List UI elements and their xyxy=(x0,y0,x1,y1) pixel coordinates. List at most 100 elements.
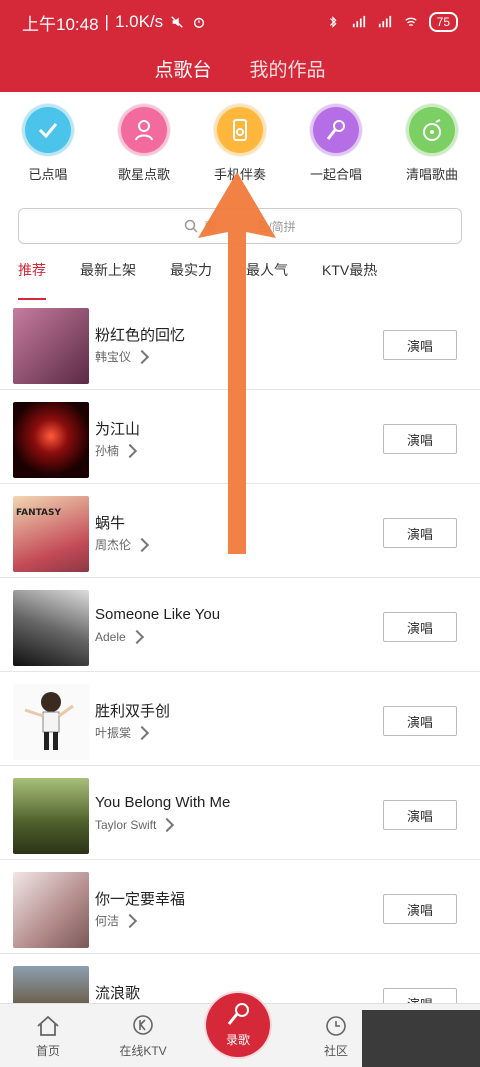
category-tab-power[interactable]: 最实力 xyxy=(170,260,212,290)
song-title: 为江山 xyxy=(95,421,141,438)
battery-level: 75 xyxy=(436,15,450,29)
category-tab-recommend[interactable]: 推荐 xyxy=(18,260,46,300)
song-row[interactable]: 胜利双手创 叶振棠 演唱 xyxy=(0,672,480,766)
song-title: 蜗牛 xyxy=(95,515,126,532)
category-tabs: 推荐 最新上架 最实力 最人气 KTV最热 xyxy=(18,260,462,300)
signal-icon-2 xyxy=(378,15,391,28)
tab-song-request[interactable]: 点歌台 xyxy=(154,55,211,82)
nav-record-button[interactable]: 录歌 xyxy=(206,993,270,1057)
search-placeholder-suffix: 名/简拼 xyxy=(256,219,296,234)
song-artist[interactable]: 孙楠 xyxy=(95,442,138,459)
song-artist-name: Taylor Swift xyxy=(95,818,157,832)
status-separator: | xyxy=(104,12,109,31)
song-title: Someone Like You xyxy=(95,606,221,623)
song-title: You Belong With Me xyxy=(95,794,231,811)
song-artist-name: 孙楠 xyxy=(95,444,120,458)
song-list: 粉红色的回忆 韩宝仪 演唱 为江山 孙楠 演唱 FANTASY 蜗牛 周杰伦 演… xyxy=(0,296,480,1048)
album-cover xyxy=(13,684,89,760)
quick-action-label: 一起合唱 xyxy=(309,167,362,182)
song-title: 胜利双手创 xyxy=(95,703,171,720)
sing-button[interactable]: 演唱 xyxy=(383,424,457,454)
clock-icon xyxy=(326,1016,346,1036)
song-title: 流浪歌 xyxy=(95,985,141,1002)
status-bar: 上午10:48 | 1.0K/s 75 xyxy=(0,0,480,44)
album-cover xyxy=(13,872,89,948)
quick-action-label: 清唱歌曲 xyxy=(405,167,458,182)
status-right: 75 xyxy=(325,12,458,32)
speaker-icon xyxy=(214,104,266,156)
album-cover xyxy=(13,778,89,854)
status-left: 上午10:48 | 1.0K/s xyxy=(22,10,207,35)
mute-icon xyxy=(171,16,183,28)
sing-button[interactable]: 演唱 xyxy=(383,330,457,360)
song-artist-name: Adele xyxy=(95,630,126,644)
song-row[interactable]: FANTASY 蜗牛 周杰伦 演唱 xyxy=(0,484,480,578)
tab-my-works[interactable]: 我的作品 xyxy=(250,55,326,82)
check-icon xyxy=(22,104,74,156)
song-artist-name: 韩宝仪 xyxy=(95,350,132,364)
quick-action-singer[interactable]: 歌星点歌 xyxy=(96,104,192,184)
chevron-right-icon xyxy=(122,913,138,928)
sing-button[interactable]: 演唱 xyxy=(383,612,457,642)
alarm-icon xyxy=(194,17,205,28)
song-artist[interactable]: Taylor Swift xyxy=(95,817,175,833)
nav-label: 录歌 xyxy=(225,1033,250,1047)
song-artist-name: 叶振棠 xyxy=(95,726,132,740)
nav-online-ktv[interactable]: 在线KTV xyxy=(103,1014,183,1059)
status-network-speed: 1.0K/s xyxy=(114,12,164,31)
sing-button[interactable]: 演唱 xyxy=(383,894,457,924)
battery-indicator: 75 xyxy=(428,12,458,32)
quick-action-label: 歌星点歌 xyxy=(117,167,170,182)
quick-actions: 已点唱 歌星点歌 手机伴奏 一起合唱 清唱歌曲 xyxy=(0,104,480,184)
song-row[interactable]: 你一定要幸福 何洁 演唱 xyxy=(0,860,480,954)
category-tab-popular[interactable]: 最人气 xyxy=(246,260,288,290)
song-row[interactable]: 为江山 孙楠 演唱 xyxy=(0,390,480,484)
category-tab-ktv-hot[interactable]: KTV最热 xyxy=(322,260,377,290)
status-time: 上午10:48 xyxy=(22,14,99,34)
quick-action-accompaniment[interactable]: 手机伴奏 xyxy=(192,104,288,184)
chevron-right-icon xyxy=(134,349,150,364)
album-cover xyxy=(13,590,89,666)
album-cover-text: FANTASY xyxy=(16,508,62,518)
chevron-right-icon xyxy=(134,537,150,552)
quick-action-requested[interactable]: 已点唱 xyxy=(0,104,96,184)
home-icon xyxy=(37,1015,59,1036)
song-artist[interactable]: 何洁 xyxy=(95,912,138,929)
sing-button[interactable]: 演唱 xyxy=(383,800,457,830)
song-row[interactable]: 粉红色的回忆 韩宝仪 演唱 xyxy=(0,296,480,390)
song-artist-name: 何洁 xyxy=(95,914,120,928)
song-artist[interactable]: Adele xyxy=(95,629,144,645)
nav-label: 首页 xyxy=(35,1044,60,1058)
song-artist[interactable]: 叶振棠 xyxy=(95,724,150,741)
song-artist[interactable]: 周杰伦 xyxy=(95,536,150,553)
sing-button[interactable]: 演唱 xyxy=(383,518,457,548)
corner-overlay xyxy=(362,1010,480,1067)
search-input[interactable]: 歌 名/简拼 xyxy=(18,208,462,244)
quick-action-label: 手机伴奏 xyxy=(213,167,266,182)
top-tab-bar: 点歌台 我的作品 xyxy=(0,44,480,92)
album-cover xyxy=(13,402,89,478)
sing-button[interactable]: 演唱 xyxy=(383,706,457,736)
album-cover xyxy=(13,308,89,384)
song-artist-name: 周杰伦 xyxy=(95,538,132,552)
song-title: 粉红色的回忆 xyxy=(95,327,186,344)
microphone-icon xyxy=(310,104,362,156)
microphone-icon xyxy=(227,1003,249,1025)
song-row[interactable]: Someone Like You Adele 演唱 xyxy=(0,578,480,672)
song-artist[interactable]: 韩宝仪 xyxy=(95,348,150,365)
song-title: 你一定要幸福 xyxy=(95,891,186,908)
chevron-right-icon xyxy=(134,725,150,740)
quick-action-label: 已点唱 xyxy=(28,167,68,182)
nav-home[interactable]: 首页 xyxy=(8,1014,88,1059)
nav-label: 社区 xyxy=(323,1044,348,1058)
chevron-right-icon xyxy=(160,817,175,833)
category-tab-newest[interactable]: 最新上架 xyxy=(80,260,136,290)
nav-label: 在线KTV xyxy=(119,1044,167,1058)
song-row[interactable]: You Belong With Me Taylor Swift 演唱 xyxy=(0,766,480,860)
album-cover: FANTASY xyxy=(13,496,89,572)
search-icon xyxy=(185,219,198,233)
cartoon-figure-image xyxy=(24,692,74,750)
quick-action-chorus[interactable]: 一起合唱 xyxy=(288,104,384,184)
chevron-right-icon xyxy=(129,629,144,645)
quick-action-acapella[interactable]: 清唱歌曲 xyxy=(384,104,480,184)
